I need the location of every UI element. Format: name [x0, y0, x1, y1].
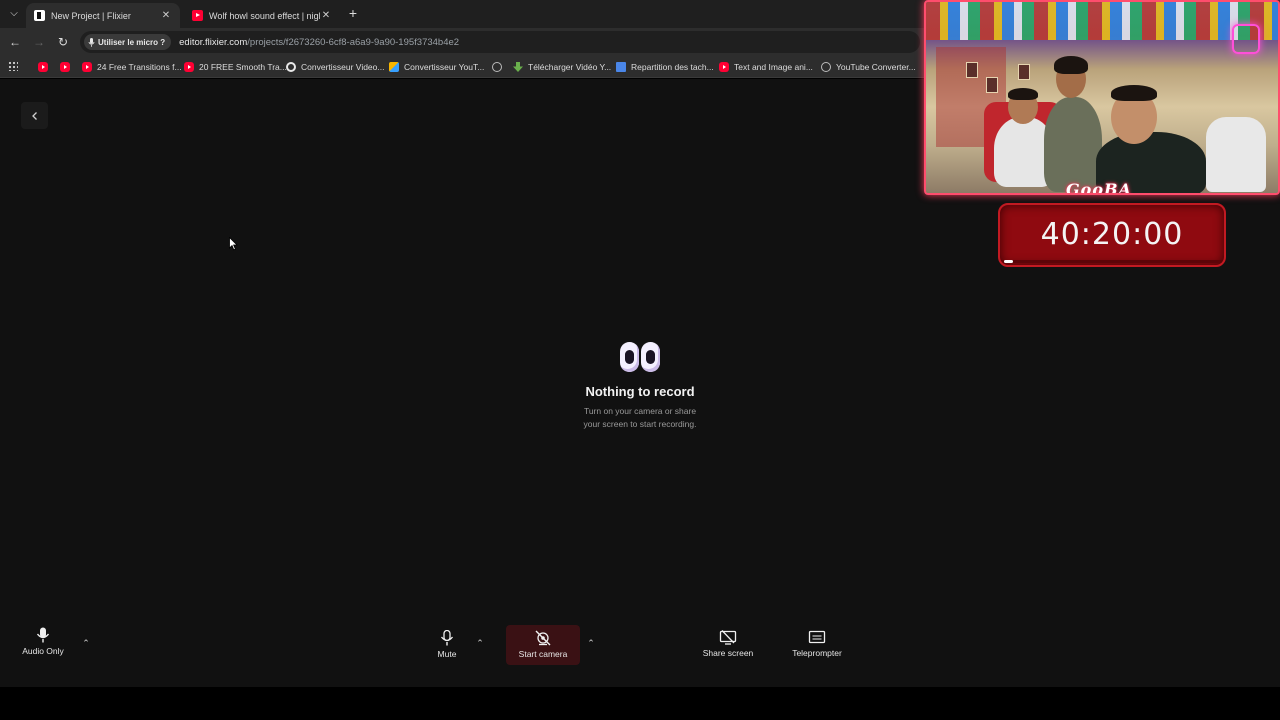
bookmark-item[interactable]: Repartition des tach... [616, 59, 714, 75]
start-camera-button[interactable]: Start camera [503, 630, 583, 659]
bookmark-item[interactable]: YouTube Converter... [821, 59, 916, 75]
bookmark-label: Convertisseur YouT... [404, 62, 485, 72]
empty-state-subtitle-line: your screen to start recording. [583, 419, 697, 429]
streamer-webcam-overlay: GooBA [924, 0, 1280, 195]
camera-off-icon [535, 630, 551, 646]
microphone-icon [440, 630, 454, 646]
mic-options-caret-icon[interactable]: ⌃ [474, 638, 486, 648]
tab-close-icon[interactable]: ✕ [160, 10, 172, 21]
bookmark-label: Convertisseur Video... [301, 62, 385, 72]
mouse-cursor-icon [229, 237, 238, 251]
tab-search-chevron-icon[interactable]: ⌵ [6, 6, 22, 22]
reload-icon[interactable]: ↻ [55, 34, 71, 50]
webcam-wall-frame [966, 62, 978, 78]
webcam-person-hair [1054, 56, 1088, 74]
microphone-icon [88, 37, 95, 47]
webcam-person-hair [1008, 88, 1038, 100]
webcam-person [1044, 97, 1102, 192]
share-screen-button[interactable]: Share screen [688, 630, 768, 658]
start-camera-label: Start camera [518, 649, 568, 659]
bookmark-label: 24 Free Transitions f... [97, 62, 182, 72]
bookmark-item[interactable]: 20 FREE Smooth Tra... [184, 59, 287, 75]
teleprompter-icon [808, 630, 826, 644]
webcam-wall-frame [986, 77, 998, 93]
webcam-logo: GooBA [1066, 180, 1132, 195]
youtube-icon [38, 62, 48, 72]
bookmark-item[interactable]: Télécharger Vidéo Y... [513, 59, 611, 75]
empty-state-subtitle: Turn on your camera or share your screen… [540, 405, 740, 431]
page-bottom-strip [0, 687, 1280, 720]
docs-icon [616, 62, 626, 72]
tab-title: Wolf howl sound effect | night [209, 10, 320, 21]
youtube-icon [184, 62, 194, 72]
bookmark-item[interactable]: Convertisseur Video... [286, 59, 384, 75]
bookmark-item[interactable] [60, 59, 75, 75]
chevron-left-icon [31, 111, 37, 120]
bookmark-item[interactable] [38, 59, 53, 75]
audio-only-button[interactable]: Audio Only [3, 627, 83, 656]
webcam-wall-frame [1018, 64, 1030, 80]
mute-label: Mute [437, 649, 457, 659]
webcam-white-chair [1206, 117, 1266, 192]
youtube-icon [82, 62, 92, 72]
youtube-icon [192, 10, 203, 21]
audio-options-caret-icon[interactable]: ⌃ [80, 638, 92, 648]
mic-permission-chip[interactable]: Utiliser le micro ? [84, 34, 172, 50]
screen-share-off-icon [719, 630, 737, 645]
tab-title: New Project | Flixier [51, 10, 131, 21]
url-text: editor.flixier.com/projects/f2673260-6cf… [179, 37, 459, 48]
youtube-icon [60, 62, 70, 72]
audio-only-label: Audio Only [22, 646, 64, 656]
eye-left-icon [620, 342, 639, 372]
stream-timer: 40:20:00 [998, 203, 1226, 267]
share-screen-label: Share screen [702, 648, 754, 658]
webcam-neon-sign [1232, 24, 1260, 54]
youtube-icon [719, 62, 729, 72]
empty-state: Nothing to record Turn on your camera or… [540, 342, 740, 431]
forward-arrow-icon[interactable]: → [31, 34, 47, 50]
download-icon [513, 62, 523, 72]
apps-grid-icon[interactable] [8, 61, 18, 71]
eyes-illustration [540, 342, 740, 376]
address-bar[interactable]: Utiliser le micro ? editor.flixier.com/p… [80, 31, 920, 53]
empty-state-subtitle-line: Turn on your camera or share [583, 406, 697, 416]
mic-chip-label: Utiliser le micro ? [98, 37, 166, 47]
bookmark-label: Text and Image ani... [734, 62, 813, 72]
bookmark-item[interactable]: Convertisseur YouT... [389, 59, 484, 75]
url-host: editor.flixier.com [179, 36, 248, 48]
tab-youtube[interactable]: Wolf howl sound effect | night ✕ [184, 3, 340, 28]
back-button[interactable] [21, 102, 48, 129]
camera-options-caret-icon[interactable]: ⌃ [585, 638, 597, 648]
bookmark-label: YouTube Converter... [836, 62, 916, 72]
google-icon [286, 62, 296, 72]
globe-icon [821, 62, 831, 72]
empty-state-title: Nothing to record [585, 384, 695, 399]
recording-controls: Audio Only ⌃ Mute ⌃ Start camera ⌃ Share… [0, 620, 1280, 668]
url-path: /projects/f2673260-6cf8-a6a9-9a90-195f37… [247, 36, 460, 48]
converter-icon [389, 62, 399, 72]
bookmark-item[interactable] [492, 59, 507, 75]
bookmark-item[interactable]: Text and Image ani... [719, 59, 813, 75]
tab-close-icon[interactable]: ✕ [320, 10, 332, 21]
back-arrow-icon[interactable]: ← [7, 34, 23, 50]
microphone-icon [36, 627, 50, 643]
new-tab-plus-icon[interactable]: + [346, 5, 360, 21]
timer-progress-track [1004, 260, 1222, 263]
webcam-ceiling-flags [926, 2, 1278, 40]
bookmark-item[interactable]: 24 Free Transitions f... [82, 59, 182, 75]
webcam-person-hair [1111, 85, 1157, 101]
tab-flixier[interactable]: New Project | Flixier ✕ [26, 3, 180, 28]
flixier-icon [34, 10, 45, 21]
bookmark-label: 20 FREE Smooth Tra... [199, 62, 287, 72]
teleprompter-label: Teleprompter [792, 648, 842, 658]
timer-progress-fill [1004, 260, 1013, 263]
bookmark-label: Repartition des tach... [631, 62, 714, 72]
globe-icon [492, 62, 502, 72]
bookmark-label: Télécharger Vidéo Y... [528, 62, 612, 72]
eye-right-icon [641, 342, 660, 372]
teleprompter-button[interactable]: Teleprompter [777, 630, 857, 658]
timer-value: 40:20:00 [1040, 217, 1184, 252]
